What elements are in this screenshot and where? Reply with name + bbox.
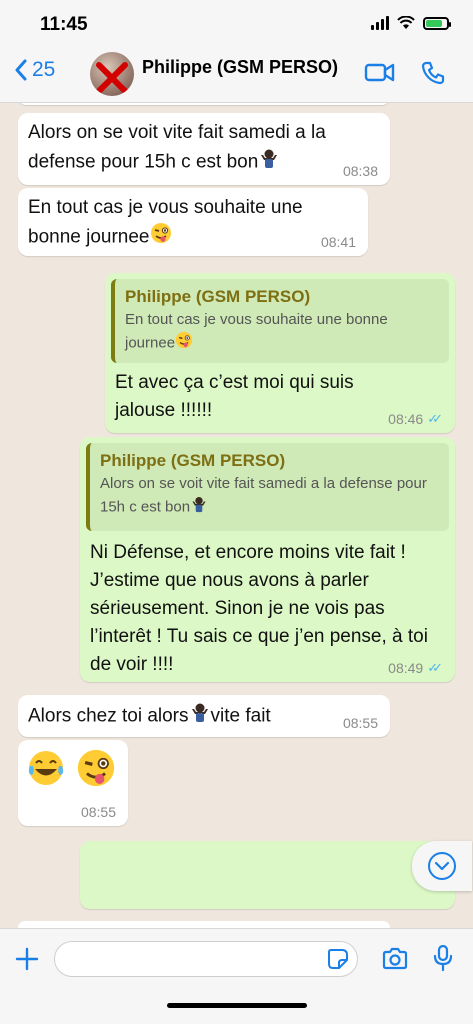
message-time: 08:55 xyxy=(80,804,116,820)
quoted-message[interactable]: Philippe (GSM PERSO) Alors on se voit vi… xyxy=(86,443,449,531)
message-outgoing-media[interactable] xyxy=(80,841,455,909)
avatar[interactable] xyxy=(90,52,134,96)
message-time: 08:46 xyxy=(388,411,424,427)
person-shrugging-emoji xyxy=(190,495,208,520)
contact-name[interactable]: Philippe (GSM PERSO) xyxy=(142,57,338,78)
chevron-down-icon xyxy=(428,852,456,880)
wifi-icon xyxy=(397,16,415,29)
status-time: 11:45 xyxy=(40,14,88,35)
message-text: Ni Défense, et encore moins vite fait ! … xyxy=(90,542,428,675)
quote-text: En tout cas je vous souhaite une bonne j… xyxy=(125,311,388,352)
person-shrugging-emoji xyxy=(258,147,280,178)
back-button[interactable]: 25 xyxy=(14,58,55,82)
status-bar: 11:45 xyxy=(0,0,473,48)
winking-tongue-emoji xyxy=(77,749,115,787)
message-time: 08:41 xyxy=(320,234,356,250)
message-incoming[interactable]: Alors on se voit vite fait samedi a la d… xyxy=(18,113,390,185)
message-text: Et avec ça c’est moi qui suis jalouse !!… xyxy=(115,372,354,421)
chat-area[interactable]: Alors on se voit vite fait samedi a la d… xyxy=(0,103,473,928)
quote-author: Philippe (GSM PERSO) xyxy=(125,287,311,306)
signal-icon xyxy=(371,16,389,30)
message-text-after: vite fait xyxy=(210,705,271,727)
scroll-to-bottom-button[interactable] xyxy=(412,841,472,891)
message-outgoing[interactable]: Philippe (GSM PERSO) En tout cas je vous… xyxy=(105,273,455,433)
message-input[interactable] xyxy=(54,941,358,977)
battery-icon xyxy=(423,16,451,30)
message-partial-top xyxy=(18,103,390,105)
home-indicator xyxy=(167,1003,307,1008)
winking-tongue-emoji xyxy=(175,331,193,356)
read-ticks-icon: ✓✓ xyxy=(427,411,443,426)
message-incoming[interactable]: En tout cas je vous souhaite une bonne j… xyxy=(18,188,368,256)
red-x-mark-icon xyxy=(96,62,128,94)
quote-text: Alors on se voit vite fait samedi a la d… xyxy=(100,475,427,516)
message-outgoing[interactable]: Philippe (GSM PERSO) Alors on se voit vi… xyxy=(80,437,455,682)
microphone-icon[interactable] xyxy=(432,944,454,972)
camera-icon[interactable] xyxy=(381,947,409,971)
message-time: 08:38 xyxy=(342,163,378,179)
input-bar xyxy=(0,928,473,1024)
read-ticks-icon: ✓✓ xyxy=(427,660,443,675)
message-time: 08:55 xyxy=(342,715,378,731)
phone-icon[interactable] xyxy=(420,60,446,86)
back-count: 25 xyxy=(32,58,56,81)
quoted-message[interactable]: Philippe (GSM PERSO) En tout cas je vous… xyxy=(111,279,449,363)
message-text: Alors chez toi alors xyxy=(28,705,189,727)
chevron-left-icon xyxy=(15,59,27,81)
quote-author: Philippe (GSM PERSO) xyxy=(100,451,286,470)
message-incoming[interactable]: Alors chez toi alors vite fait 08:55 xyxy=(18,695,390,737)
laughing-crying-emoji xyxy=(28,751,64,785)
message-time: 08:49 xyxy=(388,660,424,676)
message-partial-bottom xyxy=(18,921,390,928)
winking-tongue-emoji xyxy=(150,222,172,253)
chat-header: 25 Philippe (GSM PERSO) xyxy=(0,48,473,103)
sticker-icon[interactable] xyxy=(327,948,349,970)
person-shrugging-emoji xyxy=(189,701,211,732)
message-text: Alors on se voit vite fait samedi a la d… xyxy=(28,122,326,173)
message-incoming-emoji[interactable]: 08:55 xyxy=(18,740,128,826)
video-camera-icon[interactable] xyxy=(364,60,396,84)
status-icons xyxy=(371,16,451,30)
plus-icon[interactable] xyxy=(14,946,40,972)
